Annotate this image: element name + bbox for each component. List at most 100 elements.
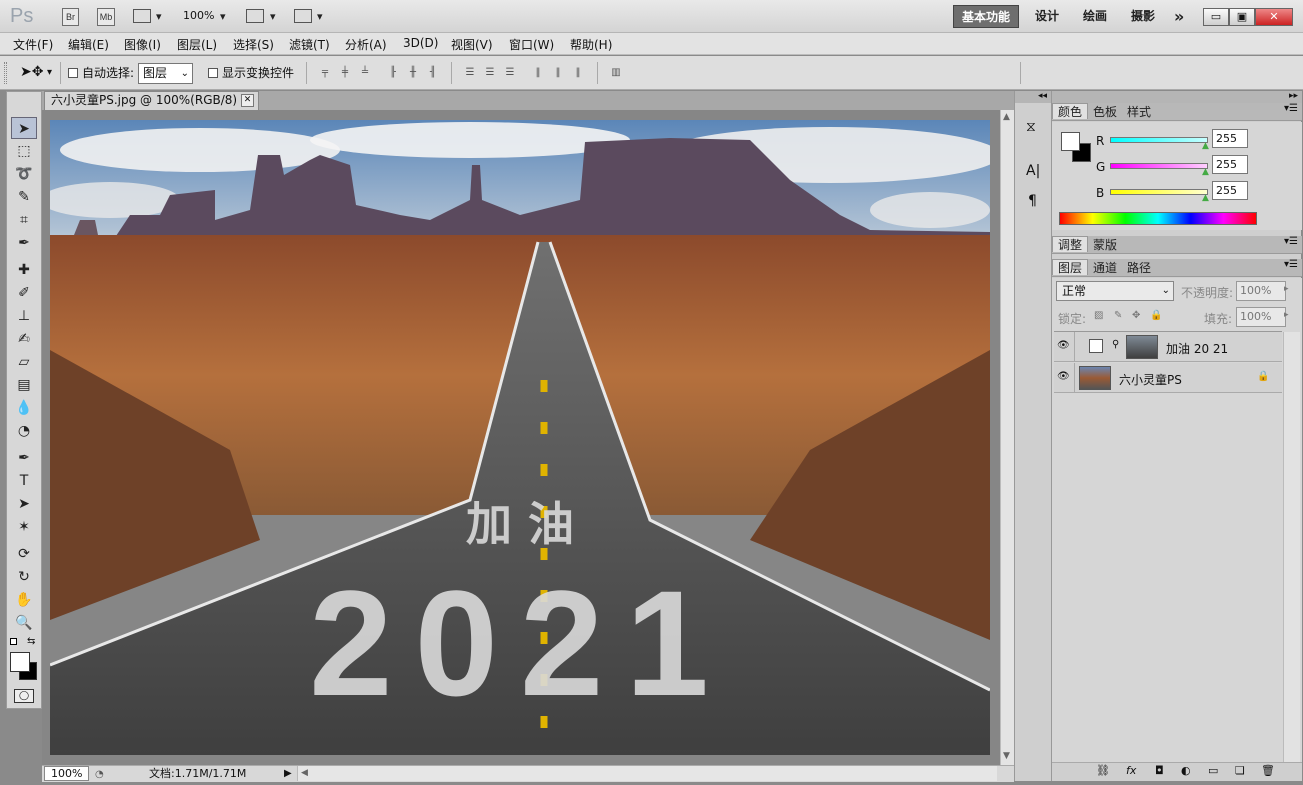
default-colors-icon[interactable] (10, 638, 17, 645)
tab-styles[interactable]: 样式 (1122, 104, 1156, 120)
more-workspaces-button[interactable]: » (1166, 5, 1192, 28)
history-panel-icon[interactable]: ⧖ (1026, 119, 1036, 135)
link-icon[interactable]: ⛓ (1096, 764, 1110, 777)
new-layer-icon[interactable]: ❏ (1235, 764, 1245, 777)
trash-icon[interactable]: 🗑 (1261, 764, 1275, 777)
workspace-painting[interactable]: 绘画 (1075, 5, 1115, 28)
lock-image-icon[interactable]: ✎ (1114, 310, 1122, 321)
channel-r-input[interactable]: 255 (1212, 129, 1248, 148)
distribute-hcenter-icon[interactable]: ‖ (551, 66, 565, 80)
lock-position-icon[interactable]: ✥ (1132, 310, 1140, 321)
align-right-icon[interactable]: ╢ (426, 66, 440, 80)
align-vcenter-icon[interactable]: ╪ (338, 66, 352, 80)
distribute-vcenter-icon[interactable]: ☰ (483, 66, 497, 80)
eraser-tool-icon[interactable]: ▱ (11, 351, 37, 373)
grip-handle[interactable] (4, 62, 7, 84)
chevron-down-icon[interactable]: ▾ (220, 10, 226, 23)
mask-icon[interactable]: ◘ (1155, 764, 1164, 777)
type-tool-icon[interactable]: T (11, 470, 37, 492)
align-hcenter-icon[interactable]: ╫ (406, 66, 420, 80)
visibility-eye-icon[interactable]: 👁 (1057, 371, 1071, 383)
chevron-down-icon[interactable]: ▾ (317, 10, 323, 23)
tab-swatches[interactable]: 色板 (1088, 104, 1122, 120)
eyedropper-tool-icon[interactable]: ✒ (11, 232, 37, 254)
menu-filter[interactable]: 滤镜(T) (289, 36, 330, 53)
layer-row[interactable]: 👁 六小灵童PS 🔒 (1054, 363, 1282, 393)
menu-file[interactable]: 文件(F) (13, 36, 53, 53)
layer-row[interactable]: 👁 ⚲ 加油 20 21 (1054, 332, 1282, 362)
tab-color[interactable]: 颜色 (1052, 103, 1089, 119)
align-left-icon[interactable]: ╟ (386, 66, 400, 80)
maximize-button[interactable]: ▣ (1229, 8, 1255, 26)
expand-panels-icon[interactable]: ▸▸ (1052, 91, 1302, 103)
channel-g-slider[interactable] (1110, 163, 1208, 169)
mini-bridge-button[interactable]: Mb (97, 8, 115, 26)
menu-image[interactable]: 图像(I) (124, 36, 161, 53)
status-menu-arrow-icon[interactable]: ▶ (284, 766, 292, 781)
tab-adjustments[interactable]: 调整 (1052, 236, 1089, 252)
3d-orbit-tool-icon[interactable]: ↻ (11, 566, 37, 588)
tab-layers[interactable]: 图层 (1052, 259, 1089, 275)
slider-thumb-icon[interactable]: ▲ (1202, 141, 1209, 151)
chevron-down-icon[interactable]: ▾ (270, 10, 276, 23)
scroll-left-icon[interactable]: ◀ (301, 766, 308, 781)
slider-thumb-icon[interactable]: ▲ (1202, 167, 1209, 177)
panel-menu-icon[interactable]: ▾☰ (1284, 236, 1298, 247)
menu-help[interactable]: 帮助(H) (570, 36, 612, 53)
opacity-input[interactable]: 100% (1236, 281, 1286, 301)
panel-menu-icon[interactable]: ▾☰ (1284, 259, 1298, 270)
move-tool-icon[interactable]: ➤✥ (20, 64, 43, 80)
clone-stamp-tool-icon[interactable]: ⊥ (11, 305, 37, 327)
auto-select-checkbox[interactable] (68, 65, 78, 79)
zoom-level[interactable]: 100% (183, 9, 214, 22)
auto-select-dropdown[interactable]: 图层 ⌄ (138, 63, 193, 84)
chevron-down-icon[interactable]: ▾ (156, 10, 162, 23)
distribute-right-icon[interactable]: ‖ (571, 66, 585, 80)
canvas-image[interactable]: 加 油 2021 (50, 120, 990, 755)
healing-brush-tool-icon[interactable]: ✚ (11, 259, 37, 281)
blend-mode-dropdown[interactable]: 正常 ⌄ (1056, 281, 1174, 301)
menu-window[interactable]: 窗口(W) (509, 36, 554, 53)
layer-mask-thumbnail[interactable] (1089, 339, 1103, 353)
foreground-color-swatch[interactable] (1061, 132, 1080, 151)
quick-select-tool-icon[interactable]: ✎ (11, 186, 37, 208)
history-brush-tool-icon[interactable]: ✍ (11, 328, 37, 350)
distribute-top-icon[interactable]: ☰ (463, 66, 477, 80)
slider-thumb-icon[interactable]: ▲ (1202, 193, 1209, 203)
menu-layer[interactable]: 图层(L) (177, 36, 217, 53)
crop-tool-icon[interactable]: ⌗ (11, 209, 37, 231)
tab-channels[interactable]: 通道 (1088, 260, 1122, 276)
path-select-tool-icon[interactable]: ➤ (11, 493, 37, 515)
layer-name[interactable]: 加油 20 21 (1166, 340, 1228, 357)
lock-all-icon[interactable]: 🔒 (1150, 310, 1162, 321)
shape-tool-icon[interactable]: ✶ (11, 516, 37, 538)
menu-edit[interactable]: 编辑(E) (68, 36, 109, 53)
arrange-documents-button[interactable] (246, 9, 264, 23)
distribute-bottom-icon[interactable]: ☰ (503, 66, 517, 80)
menu-3d[interactable]: 3D(D) (403, 36, 438, 50)
auto-align-icon[interactable]: ▥ (609, 66, 623, 80)
workspace-design[interactable]: 设计 (1027, 5, 1067, 28)
channel-b-slider[interactable] (1110, 189, 1208, 195)
panel-menu-icon[interactable]: ▾☰ (1284, 103, 1298, 114)
zoom-input[interactable]: 100% (44, 766, 89, 781)
paragraph-panel-icon[interactable]: ¶ (1028, 193, 1037, 209)
fill-input[interactable]: 100% (1236, 307, 1286, 327)
adjustment-icon[interactable]: ◐ (1181, 764, 1191, 777)
group-icon[interactable]: ▭ (1208, 764, 1218, 777)
channel-r-slider[interactable] (1110, 137, 1208, 143)
layers-scrollbar[interactable] (1283, 332, 1300, 762)
menu-analysis[interactable]: 分析(A) (345, 36, 387, 53)
scroll-up-icon[interactable]: ▲ (1003, 112, 1010, 122)
align-bottom-icon[interactable]: ╧ (358, 66, 372, 80)
move-tool-icon[interactable]: ➤ (11, 117, 37, 139)
screen-mode-button[interactable] (294, 9, 312, 23)
pen-tool-icon[interactable]: ✒ (11, 447, 37, 469)
horizontal-scrollbar[interactable]: ◀ (297, 766, 997, 781)
distribute-left-icon[interactable]: ‖ (531, 66, 545, 80)
minimize-button[interactable]: ▭ (1203, 8, 1229, 26)
brush-tool-icon[interactable]: ✐ (11, 282, 37, 304)
vertical-scrollbar[interactable]: ▲ ▼ (1000, 110, 1014, 765)
quick-mask-icon[interactable]: ◯ (14, 689, 34, 703)
close-tab-icon[interactable]: ✕ (241, 94, 254, 107)
